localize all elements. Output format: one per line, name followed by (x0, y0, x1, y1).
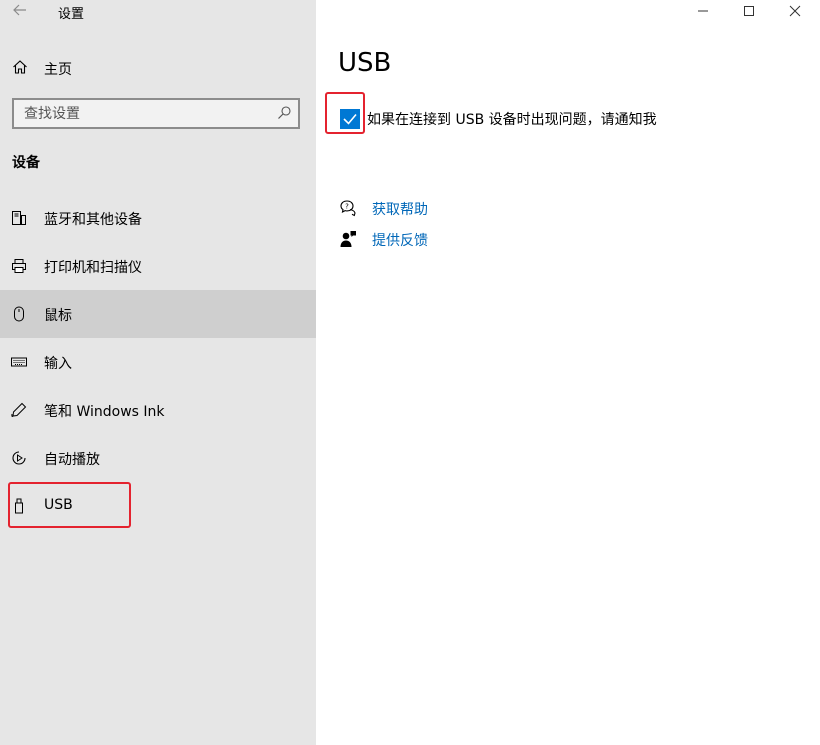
pen-icon (11, 402, 27, 417)
notify-checkbox[interactable] (340, 109, 360, 129)
minimize-button[interactable] (680, 0, 726, 22)
search-input[interactable] (14, 100, 264, 127)
help-links: ? 获取帮助 提供反馈 (338, 196, 538, 258)
sidebar-item-mouse[interactable]: 鼠标 (0, 290, 316, 338)
back-arrow-icon (13, 4, 26, 16)
give-feedback-link[interactable]: 提供反馈 (338, 227, 538, 258)
settings-window: 设置 主页 设备 蓝牙和其他设备 (0, 0, 820, 745)
feedback-icon (340, 231, 356, 247)
get-help-label: 获取帮助 (372, 202, 428, 218)
sidebar-item-label: 蓝牙和其他设备 (44, 212, 142, 228)
maximize-icon (744, 6, 754, 16)
printer-icon (12, 259, 26, 273)
close-icon (789, 5, 801, 17)
search-icon[interactable] (276, 105, 292, 121)
sidebar-item-pen[interactable]: 笔和 Windows Ink (0, 386, 316, 434)
main-content: USB 如果在连接到 USB 设备时出现问题，请通知我 ? 获取帮助 提供反馈 (316, 0, 820, 745)
sidebar-item-label: 输入 (44, 356, 72, 372)
sidebar-item-autoplay[interactable]: 自动播放 (0, 434, 316, 482)
sidebar-item-label: USB (44, 497, 73, 513)
page-title: USB (338, 48, 392, 78)
get-help-link[interactable]: ? 获取帮助 (338, 196, 538, 227)
title-bar-left: 设置 (0, 0, 316, 24)
svg-text:?: ? (345, 203, 349, 211)
search-box[interactable] (12, 98, 300, 129)
sidebar-item-label: 笔和 Windows Ink (44, 404, 165, 420)
window-controls (680, 0, 820, 24)
sidebar-item-printers[interactable]: 打印机和扫描仪 (0, 242, 316, 290)
autoplay-icon (12, 451, 26, 465)
sidebar-item-typing[interactable]: 输入 (0, 338, 316, 386)
sidebar-nav: 蓝牙和其他设备 打印机和扫描仪 鼠标 输入 笔和 Windows Ink 自动播… (0, 194, 316, 530)
checkmark-icon (343, 113, 357, 125)
sidebar-item-usb[interactable]: USB (0, 482, 316, 530)
sidebar-item-home[interactable]: 主页 (0, 51, 316, 83)
give-feedback-label: 提供反馈 (372, 233, 428, 249)
sidebar-item-label: 自动播放 (44, 452, 100, 468)
bluetooth-devices-icon (12, 211, 26, 225)
usb-icon (15, 498, 23, 514)
sidebar-item-bluetooth[interactable]: 蓝牙和其他设备 (0, 194, 316, 242)
help-chat-icon: ? (340, 200, 356, 217)
back-button[interactable] (10, 2, 30, 20)
sidebar: 设置 主页 设备 蓝牙和其他设备 (0, 0, 316, 745)
sidebar-item-label: 主页 (44, 62, 72, 78)
maximize-button[interactable] (726, 0, 772, 22)
sidebar-item-label: 鼠标 (44, 308, 72, 324)
sidebar-item-label: 打印机和扫描仪 (44, 260, 142, 276)
keyboard-icon (11, 357, 27, 367)
minimize-icon (698, 10, 708, 12)
close-button[interactable] (772, 0, 818, 22)
notify-checkbox-label: 如果在连接到 USB 设备时出现问题，请通知我 (367, 112, 657, 128)
mouse-icon (14, 306, 24, 322)
section-title: 设备 (12, 155, 40, 171)
home-icon (13, 60, 27, 74)
app-title: 设置 (58, 7, 85, 22)
